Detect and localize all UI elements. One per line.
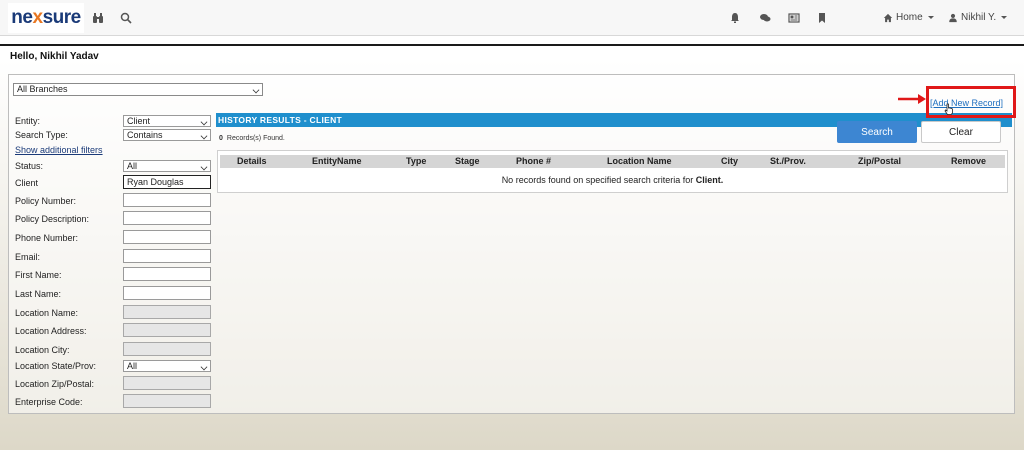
top-navbar: nexsure Home Nikhil Y.	[0, 0, 1024, 36]
search-type-select[interactable]: Contains	[123, 129, 211, 141]
clear-button[interactable]: Clear	[921, 121, 1001, 143]
policy-number-label: Policy Number:	[15, 196, 77, 206]
red-arrow-icon	[898, 94, 926, 104]
chevron-down-icon	[200, 163, 208, 171]
location-name-label: Location Name:	[15, 308, 79, 318]
no-records-message: No records found on specified search cri…	[218, 175, 1007, 185]
home-label: Home	[896, 12, 923, 23]
phone-number-input[interactable]	[123, 230, 211, 244]
location-name-input[interactable]	[123, 305, 211, 319]
chevron-down-icon	[200, 132, 208, 140]
newspaper-icon[interactable]	[787, 11, 801, 25]
column-header: Location Name	[607, 156, 672, 166]
client-label: Client	[15, 178, 39, 188]
email-label: Email:	[15, 252, 41, 262]
status-select[interactable]: All	[123, 160, 211, 172]
location-address-input[interactable]	[123, 323, 211, 337]
column-header: City	[721, 156, 739, 166]
policy-description-input[interactable]	[123, 211, 211, 225]
location-state-label: Location State/Prov:	[15, 361, 97, 371]
no-records-text: No records found on specified search cri…	[501, 175, 696, 185]
user-menu[interactable]: Nikhil Y.	[948, 12, 1008, 23]
entity-label: Entity:	[15, 116, 41, 126]
phone-number-label: Phone Number:	[15, 233, 79, 243]
last-name-input[interactable]	[123, 286, 211, 300]
results-table-header: Details EntityName Type Stage Phone # Lo…	[220, 155, 1005, 168]
add-new-record-link[interactable]: [Add New Record]	[930, 98, 1003, 108]
show-additional-filters-link[interactable]: Show additional filters	[15, 145, 103, 155]
first-name-label: First Name:	[15, 270, 62, 280]
location-address-label: Location Address:	[15, 326, 87, 336]
location-zip-label: Location Zip/Postal:	[15, 379, 95, 389]
location-state-value: All	[127, 361, 138, 371]
policy-number-input[interactable]	[123, 193, 211, 207]
chevron-down-icon	[200, 363, 208, 371]
column-header: Remove	[951, 156, 987, 166]
records-text: Records(s) Found.	[226, 135, 285, 142]
hand-cursor-icon	[944, 103, 953, 115]
chevron-down-icon	[1001, 16, 1008, 19]
home-icon	[883, 13, 893, 22]
greeting-text: Hello, Nikhil Yadav	[10, 51, 99, 62]
search-button[interactable]: Search	[837, 121, 917, 143]
chevron-down-icon	[252, 86, 260, 94]
column-header: EntityName	[312, 156, 362, 166]
home-menu[interactable]: Home	[883, 12, 934, 23]
chat-icon[interactable]	[758, 11, 772, 25]
last-name-label: Last Name:	[15, 289, 62, 299]
column-header: Zip/Postal	[858, 156, 902, 166]
results-table: Details EntityName Type Stage Phone # Lo…	[217, 150, 1008, 193]
enterprise-code-label: Enterprise Code:	[15, 397, 83, 407]
chevron-down-icon	[200, 118, 208, 126]
column-header: St./Prov.	[770, 156, 806, 166]
records-count: 0	[219, 135, 223, 142]
location-city-input[interactable]	[123, 342, 211, 356]
location-state-select[interactable]: All	[123, 360, 211, 372]
binoculars-icon[interactable]	[91, 11, 105, 25]
status-label: Status:	[15, 161, 44, 171]
enterprise-code-input[interactable]	[123, 394, 211, 408]
first-name-input[interactable]	[123, 267, 211, 281]
search-icon[interactable]	[119, 11, 133, 25]
bell-icon[interactable]	[728, 11, 742, 25]
client-input[interactable]: Ryan Douglas	[123, 175, 211, 189]
column-header: Stage	[455, 156, 480, 166]
chevron-down-icon	[927, 16, 934, 19]
nexsure-logo[interactable]: nexsure	[8, 3, 84, 33]
location-zip-input[interactable]	[123, 376, 211, 390]
column-header: Details	[237, 156, 267, 166]
entity-select-value: Client	[127, 116, 151, 126]
bookmark-icon[interactable]	[815, 11, 829, 25]
email-input[interactable]	[123, 249, 211, 263]
no-records-entity: Client.	[695, 175, 724, 185]
entity-select[interactable]: Client	[123, 115, 211, 127]
search-type-value: Contains	[127, 130, 163, 140]
branch-select[interactable]: All Branches	[13, 83, 263, 96]
user-icon	[949, 13, 957, 22]
branch-select-value: All Branches	[17, 84, 68, 94]
column-header: Type	[406, 156, 427, 166]
user-label: Nikhil Y.	[961, 12, 997, 23]
greeting-bar: Hello, Nikhil Yadav	[0, 44, 1024, 66]
policy-description-label: Policy Description:	[15, 214, 90, 224]
location-city-label: Location City:	[15, 345, 70, 355]
status-value: All	[127, 161, 138, 171]
search-type-label: Search Type:	[15, 130, 68, 140]
column-header: Phone #	[516, 156, 552, 166]
records-found: 0 Records(s) Found.	[219, 135, 285, 142]
